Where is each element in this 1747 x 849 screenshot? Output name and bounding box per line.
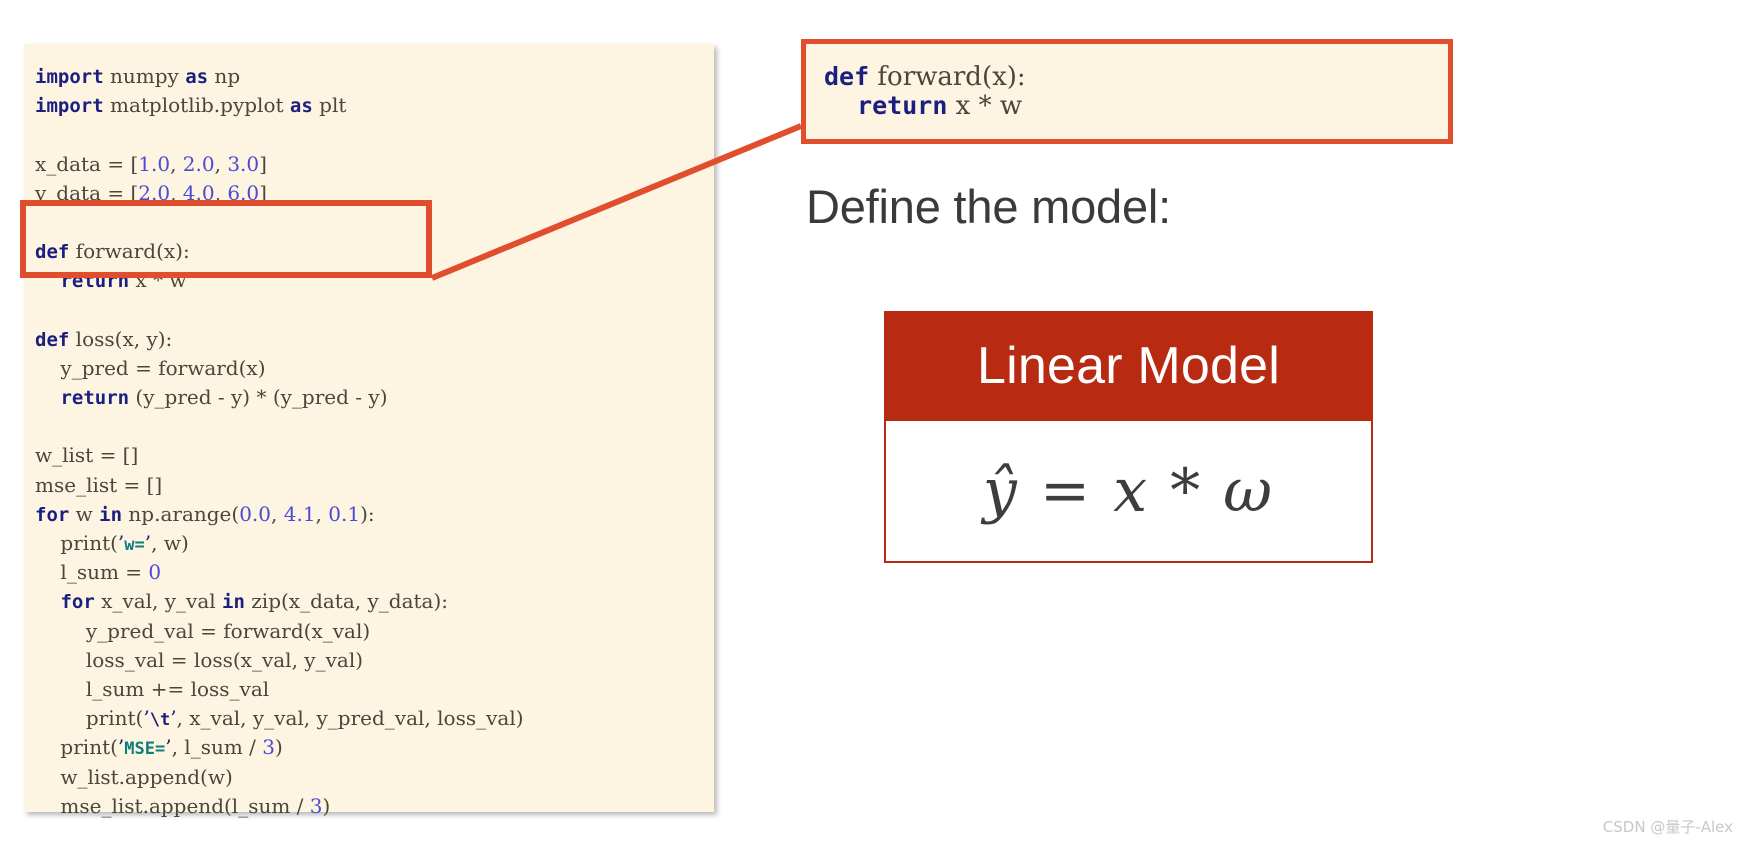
code-token: l_sum = [35, 560, 149, 585]
code-token: 3 [309, 793, 323, 818]
code-token: 2.0 [182, 151, 215, 176]
code-token: return [60, 387, 130, 410]
code-token: np.arange( [122, 501, 240, 526]
callout-code: def forward(x): return x * w [824, 56, 1026, 121]
code-line: def forward(x): [824, 56, 1026, 92]
code-listing: import numpy as np import matplotlib.pypl… [35, 62, 524, 821]
code-line: import numpy as np [35, 62, 524, 91]
code-token: print( [35, 706, 144, 731]
code-token: for [60, 591, 95, 614]
code-line: return (y_pred - y) * (y_pred - y) [35, 383, 524, 412]
code-token: x_data = [ [35, 151, 139, 176]
code-token: import [35, 66, 104, 88]
code-token: y_pred = forward(x) [35, 355, 266, 380]
code-token: loss_val = loss(x_val, y_val) [35, 647, 364, 672]
code-line: return x * w [824, 85, 1026, 121]
code-token: w_list.append(w) [35, 764, 233, 789]
code-token: w [69, 501, 100, 526]
code-token: MSE= [124, 739, 166, 760]
code-line: loss_val = loss(x_val, y_val) [35, 646, 524, 675]
code-token: ) [275, 735, 283, 760]
code-line: import matplotlib.pyplot as plt [35, 91, 524, 120]
code-token: 0.1 [328, 501, 361, 526]
code-token: x_val, y_val [94, 589, 223, 614]
code-token: 0 [148, 560, 162, 585]
code-token: 3 [262, 735, 276, 760]
code-token: for [35, 503, 70, 526]
code-token: as [289, 95, 313, 118]
code-token: (y_pred - y) * (y_pred - y) [129, 385, 388, 410]
code-token: loss(x, y): [69, 326, 173, 351]
code-token: 3.0 [227, 151, 260, 176]
code-token: def [35, 328, 70, 351]
code-line: l_sum = 0 [35, 558, 524, 587]
code-token: , [214, 151, 228, 176]
code-token: \t [149, 710, 171, 731]
linear-model-card-header: Linear Model [884, 311, 1373, 421]
code-token: w_list = [] [35, 443, 139, 468]
code-line: mse_list.append(l_sum / 3) [35, 792, 524, 821]
code-token: mse_list = [] [35, 472, 163, 497]
watermark: CSDN @量子-Alex [1602, 818, 1733, 836]
code-line: x_data = [1.0, 2.0, 3.0] [35, 150, 524, 179]
linear-model-card-body: ŷ = 𝑥 * ω [884, 421, 1373, 563]
code-line: for x_val, y_val in zip(x_data, y_data): [35, 587, 524, 616]
code-token: , [271, 501, 284, 526]
code-token: in [222, 591, 245, 614]
code-token: in [99, 503, 123, 526]
forward-function-highlight-box [20, 200, 432, 278]
code-token: , [170, 151, 183, 176]
code-line: w_list = [] [35, 441, 524, 470]
code-token: import [35, 95, 104, 118]
code-token: print( [35, 735, 118, 760]
code-token: , l_sum / [171, 735, 263, 760]
code-token: x * w [947, 91, 1023, 122]
code-line: mse_list = [] [35, 471, 524, 500]
slide-canvas: import numpy as np import matplotlib.pypl… [0, 0, 1747, 849]
code-token: print( [35, 531, 118, 555]
code-token: return [857, 91, 948, 121]
linear-model-title: Linear Model [976, 337, 1281, 395]
code-panel: import numpy as np import matplotlib.pypl… [24, 44, 714, 818]
code-token: as [185, 66, 209, 88]
code-line: print(’MSE=’, l_sum / 3) [35, 733, 524, 762]
code-line: def loss(x, y): [35, 325, 524, 354]
code-token: , x_val, y_val, y_pred_val, loss_val) [176, 706, 524, 731]
code-line: for w in np.arange(0.0, 4.1, 0.1): [35, 500, 524, 529]
code-token: plt [312, 93, 347, 118]
code-token: matplotlib.pyplot [103, 93, 290, 118]
code-token: np [208, 64, 241, 88]
code-line: y_pred = forward(x) [35, 354, 524, 383]
code-line: l_sum += loss_val [35, 675, 524, 704]
code-token: zip(x_data, y_data): [244, 589, 449, 614]
code-line: y_pred_val = forward(x_val) [35, 617, 524, 646]
code-token: numpy [103, 64, 186, 88]
code-token: ] [259, 151, 267, 176]
code-token: l_sum += loss_val [35, 676, 270, 701]
code-line: print(’\t’, x_val, y_val, y_pred_val, lo… [35, 704, 524, 733]
linear-model-formula: ŷ = 𝑥 * ω [982, 456, 1275, 526]
forward-function-callout-box: def forward(x): return x * w [801, 39, 1453, 144]
code-line: w_list.append(w) [35, 763, 524, 792]
linear-model-card: Linear Model ŷ = 𝑥 * ω [884, 311, 1373, 563]
code-token: y_pred_val = forward(x_val) [35, 618, 371, 643]
code-token: ): [360, 501, 375, 526]
code-token: ) [322, 793, 331, 818]
code-token: , [315, 501, 329, 526]
code-token: w= [124, 535, 145, 555]
code-token: 1.0 [138, 151, 171, 176]
code-token: 0.0 [239, 501, 272, 526]
code-line: print(’w=’, w) [35, 529, 524, 558]
code-token: mse_list.append(l_sum / [35, 793, 310, 818]
code-token: 4.1 [283, 501, 316, 526]
page-title: Define the model: [806, 180, 1171, 233]
code-token: , w) [151, 531, 189, 555]
